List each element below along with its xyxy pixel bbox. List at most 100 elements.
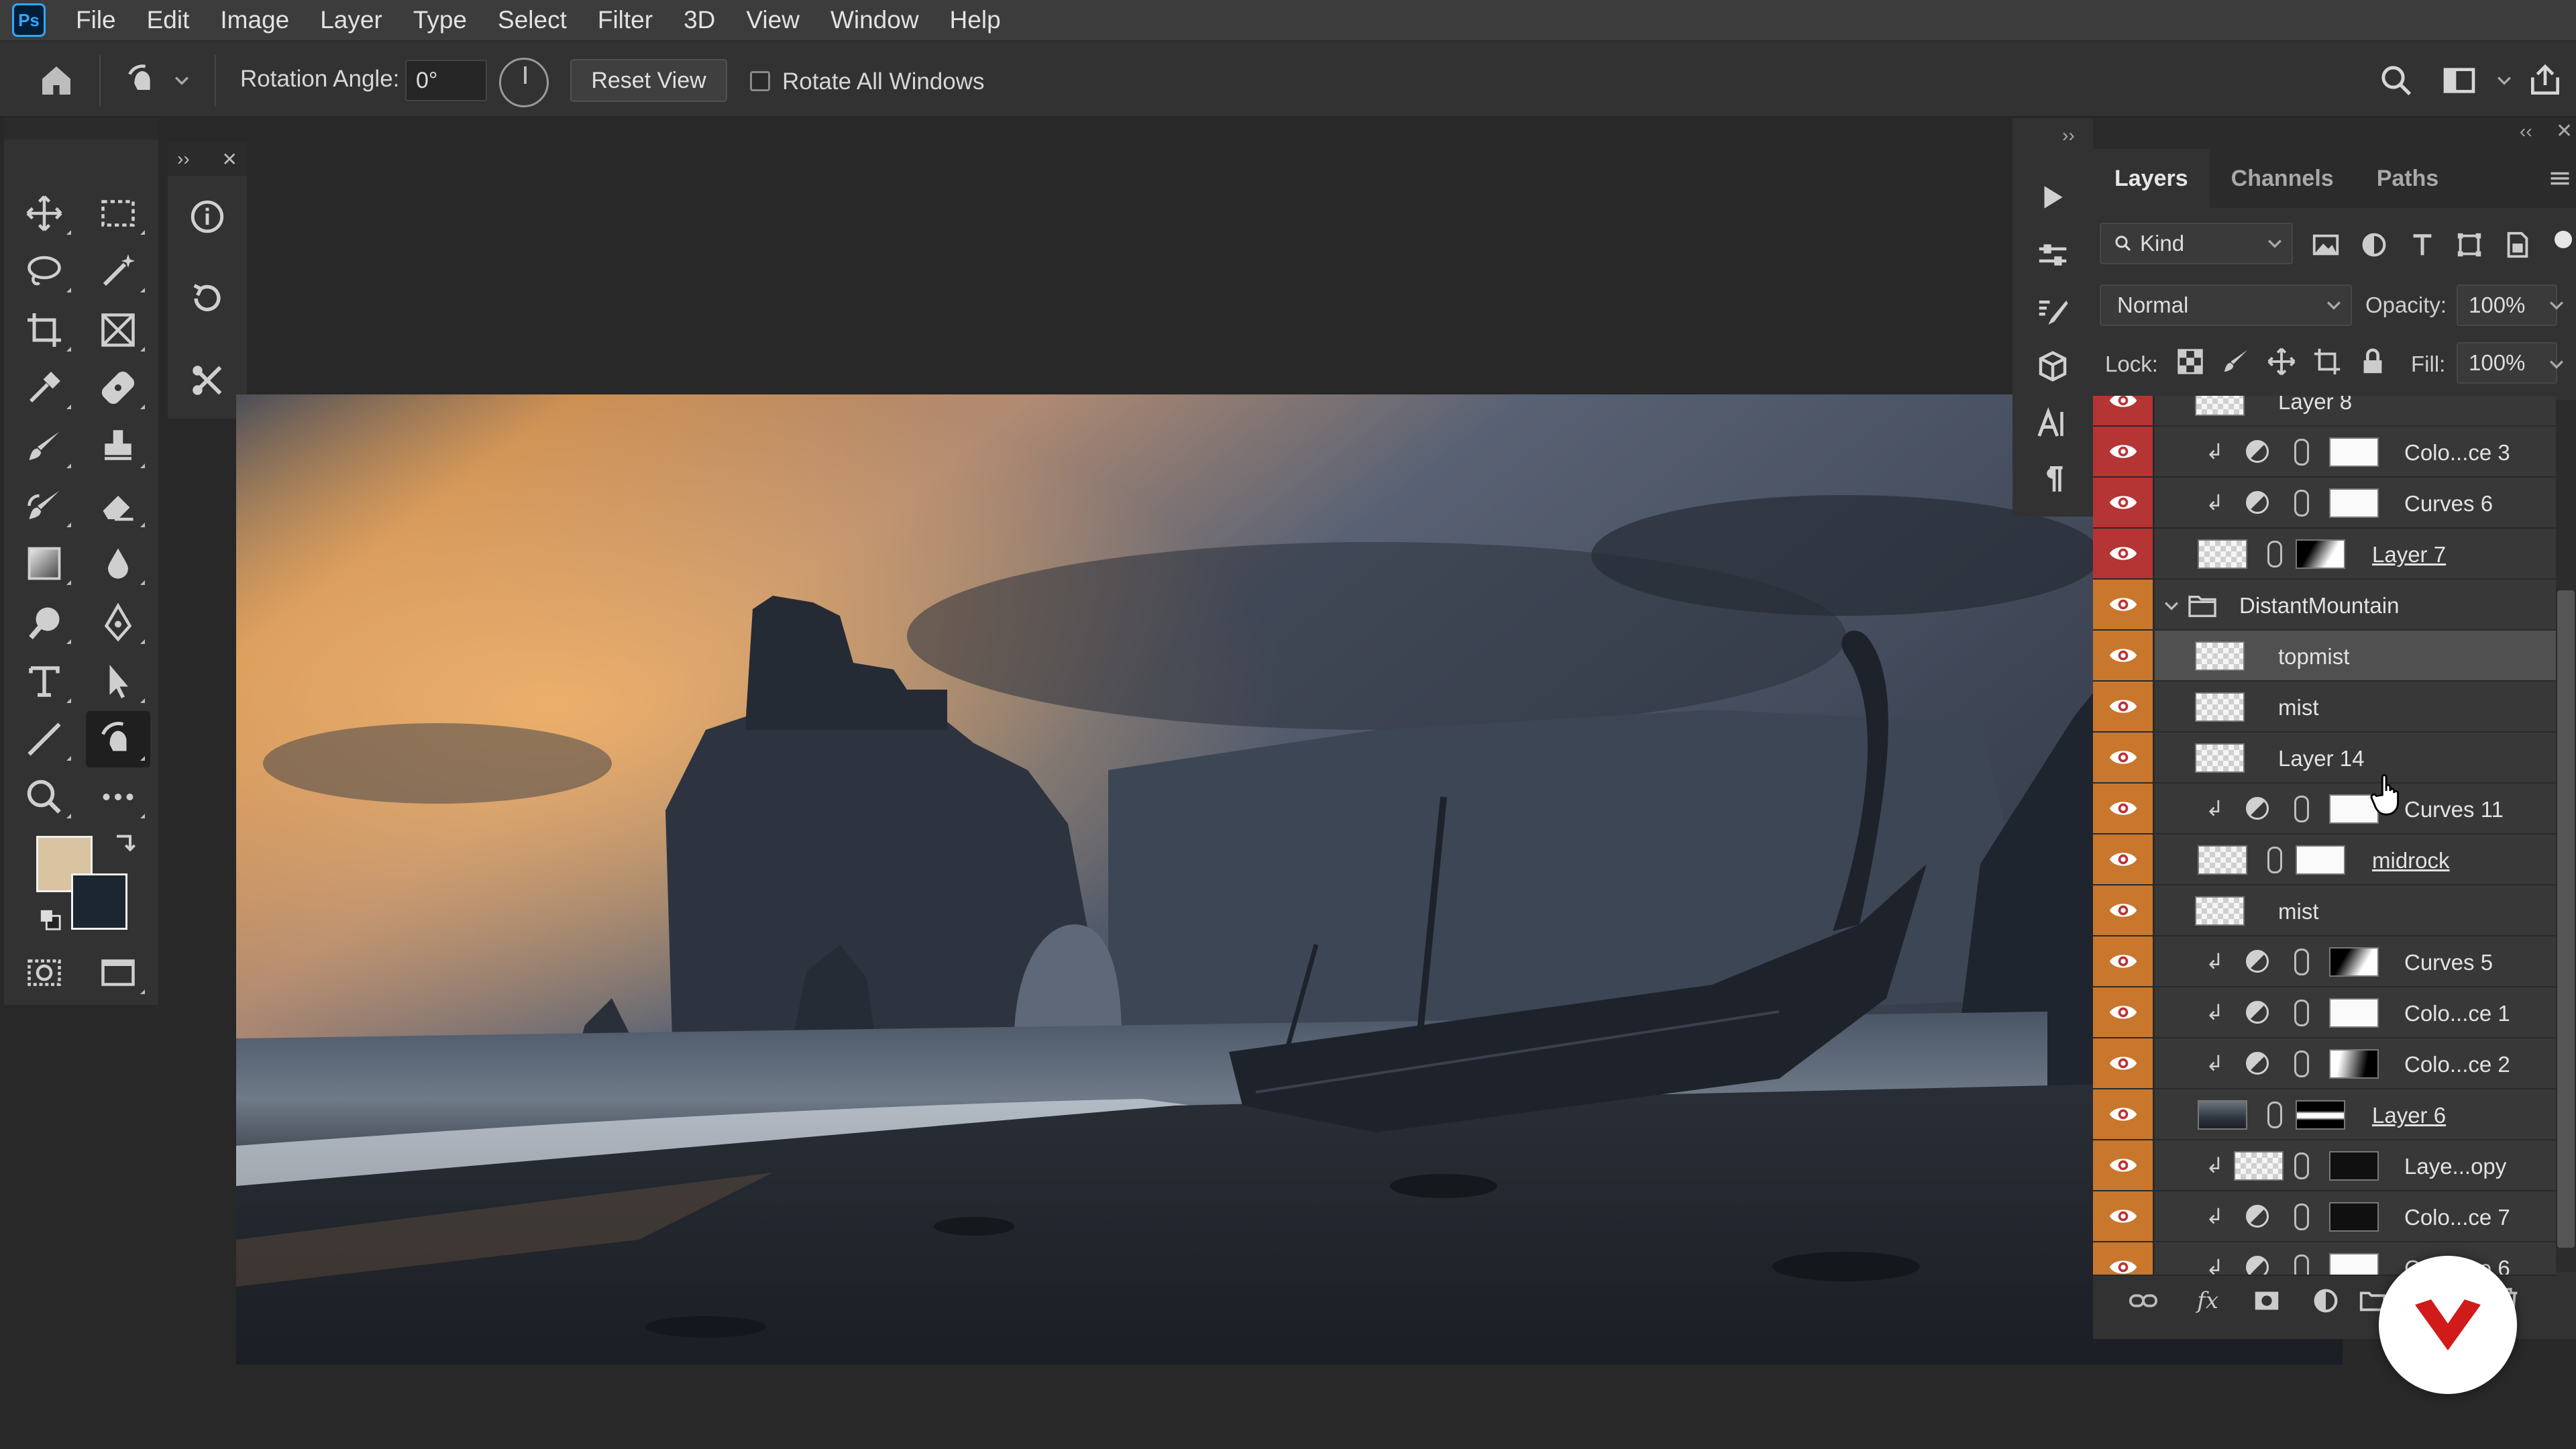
- paragraph-icon[interactable]: [2027, 453, 2078, 504]
- gradient-tool-icon[interactable]: [12, 535, 76, 592]
- adjustment-icon[interactable]: [2308, 1283, 2344, 1319]
- menu-view[interactable]: View: [731, 6, 815, 34]
- tool-preset-chevron-icon[interactable]: [172, 59, 192, 102]
- visibility-eye-icon[interactable]: [2093, 1038, 2155, 1088]
- layer-mask-thumbnail[interactable]: [2329, 1049, 2379, 1079]
- brush-settings-icon[interactable]: [2027, 287, 2078, 338]
- mask-link-icon[interactable]: [2267, 541, 2282, 568]
- document-canvas[interactable]: [236, 394, 2343, 1364]
- tab-channels[interactable]: Channels: [2210, 149, 2355, 208]
- layer-row[interactable]: mist: [2093, 885, 2556, 936]
- screen-mode-icon[interactable]: [86, 945, 150, 1001]
- layer-mask-thumbnail[interactable]: [2329, 437, 2379, 467]
- mask-link-icon[interactable]: [2294, 439, 2309, 466]
- menu-filter[interactable]: Filter: [582, 6, 668, 34]
- menu-layer[interactable]: Layer: [305, 6, 398, 34]
- visibility-eye-icon[interactable]: [2093, 580, 2155, 629]
- reset-view-button[interactable]: Reset View: [570, 59, 727, 102]
- visibility-eye-icon[interactable]: [2093, 987, 2155, 1037]
- expand-dock-icon[interactable]: ››: [2062, 125, 2075, 146]
- layers-scrollbar-thumb[interactable]: [2557, 590, 2575, 1248]
- group-chevron-icon[interactable]: [2164, 598, 2179, 613]
- filter-shape-icon[interactable]: [2454, 229, 2485, 264]
- filter-toggle-icon[interactable]: [2555, 231, 2572, 248]
- rotation-angle-input[interactable]: 0°: [405, 60, 487, 101]
- menu-3d[interactable]: 3D: [668, 6, 731, 34]
- filter-smart-object-icon[interactable]: [2502, 229, 2533, 264]
- layer-row[interactable]: ↲ Colo...ce 3: [2093, 427, 2556, 478]
- history-brush-tool-icon[interactable]: [12, 478, 76, 534]
- lock-pixels-icon[interactable]: [2220, 346, 2251, 380]
- opacity-chevron-icon[interactable]: [2549, 298, 2564, 313]
- layer-name[interactable]: Laye...opy: [2404, 1154, 2506, 1179]
- rotation-dial[interactable]: [499, 58, 549, 107]
- move-tool-icon[interactable]: [12, 185, 76, 241]
- menu-image[interactable]: Image: [205, 6, 305, 34]
- menu-type[interactable]: Type: [398, 6, 482, 34]
- photoshop-logo[interactable]: Ps: [12, 3, 46, 37]
- layer-name[interactable]: Layer 6: [2372, 1103, 2446, 1128]
- rotate-view-tool-icon[interactable]: [121, 59, 164, 102]
- rotate-all-windows-checkbox[interactable]: [750, 71, 770, 91]
- tools-options-icon[interactable]: [185, 358, 229, 402]
- more-tools-icon[interactable]: [86, 769, 150, 825]
- visibility-eye-icon[interactable]: [2093, 631, 2155, 680]
- lock-artboard-icon[interactable]: [2312, 346, 2343, 380]
- search-icon[interactable]: [2375, 59, 2418, 102]
- layer-name[interactable]: Curves 11: [2404, 797, 2504, 822]
- mask-link-icon[interactable]: [2294, 949, 2309, 975]
- lock-transparency-icon[interactable]: [2175, 346, 2206, 380]
- stamp-tool-icon[interactable]: [86, 419, 150, 475]
- filter-type-icon[interactable]: [2407, 229, 2438, 264]
- layer-mask-thumbnail[interactable]: [2329, 998, 2379, 1028]
- home-icon[interactable]: [35, 59, 78, 102]
- mask-link-icon[interactable]: [2294, 1000, 2309, 1026]
- layer-name[interactable]: Curves 6: [2404, 491, 2493, 517]
- visibility-eye-icon[interactable]: [2093, 1089, 2155, 1139]
- tab-layers[interactable]: Layers: [2093, 149, 2210, 208]
- mask-icon[interactable]: [2249, 1283, 2285, 1319]
- filter-kind-select[interactable]: Kind: [2100, 223, 2293, 264]
- layer-row[interactable]: ↲ Colo...ce 7: [2093, 1191, 2556, 1242]
- layer-name[interactable]: Colo...ce 1: [2404, 1001, 2510, 1026]
- opacity-input[interactable]: 100%: [2457, 284, 2557, 326]
- dodge-tool-icon[interactable]: [12, 594, 76, 651]
- layer-mask-thumbnail[interactable]: [2329, 947, 2379, 977]
- layer-row[interactable]: ↲ Colo...ce 2: [2093, 1038, 2556, 1089]
- filter-pixel-icon[interactable]: [2310, 229, 2341, 264]
- layer-name[interactable]: DistantMountain: [2239, 593, 2399, 619]
- menu-help[interactable]: Help: [934, 6, 1016, 34]
- link-icon[interactable]: [2125, 1283, 2161, 1319]
- crop-tool-icon[interactable]: [12, 302, 76, 358]
- close-panel-icon[interactable]: ✕: [222, 148, 237, 170]
- layer-name[interactable]: Layer 14: [2278, 746, 2364, 771]
- visibility-eye-icon[interactable]: [2093, 1191, 2155, 1241]
- blur-tool-icon[interactable]: [86, 535, 150, 592]
- layer-name[interactable]: topmist: [2278, 644, 2349, 669]
- mask-link-icon[interactable]: [2294, 1051, 2309, 1077]
- tab-paths[interactable]: Paths: [2355, 149, 2461, 208]
- panel-menu-icon[interactable]: [2548, 166, 2572, 194]
- mask-link-icon[interactable]: [2294, 1254, 2309, 1275]
- layer-row[interactable]: DistantMountain: [2093, 580, 2556, 631]
- layer-row[interactable]: ↲ Colo...ce 1: [2093, 987, 2556, 1038]
- close-panel-icon[interactable]: ✕: [2556, 119, 2573, 143]
- mask-link-icon[interactable]: [2294, 1203, 2309, 1230]
- layer-row[interactable]: ↲ Curves 5: [2093, 936, 2556, 987]
- brush-tool-icon[interactable]: [12, 419, 76, 475]
- layer-row[interactable]: Layer 8: [2093, 396, 2556, 427]
- default-colors-icon[interactable]: [39, 908, 62, 934]
- marquee-tool-icon[interactable]: [86, 185, 150, 241]
- path-selection-tool-icon[interactable]: [86, 653, 150, 710]
- layer-row[interactable]: Layer 6: [2093, 1089, 2556, 1140]
- fill-input[interactable]: 100%: [2457, 342, 2557, 384]
- workspace-icon[interactable]: [2438, 59, 2481, 102]
- layer-name[interactable]: mist: [2278, 899, 2319, 924]
- background-color-swatch[interactable]: [71, 873, 127, 930]
- layer-mask-thumbnail[interactable]: [2329, 1253, 2379, 1275]
- layer-mask-thumbnail[interactable]: [2329, 1151, 2379, 1181]
- line-tool-icon[interactable]: [12, 711, 76, 767]
- quick-mask-icon[interactable]: [12, 945, 76, 1001]
- visibility-eye-icon[interactable]: [2093, 1242, 2155, 1275]
- lasso-tool-icon[interactable]: [12, 243, 76, 299]
